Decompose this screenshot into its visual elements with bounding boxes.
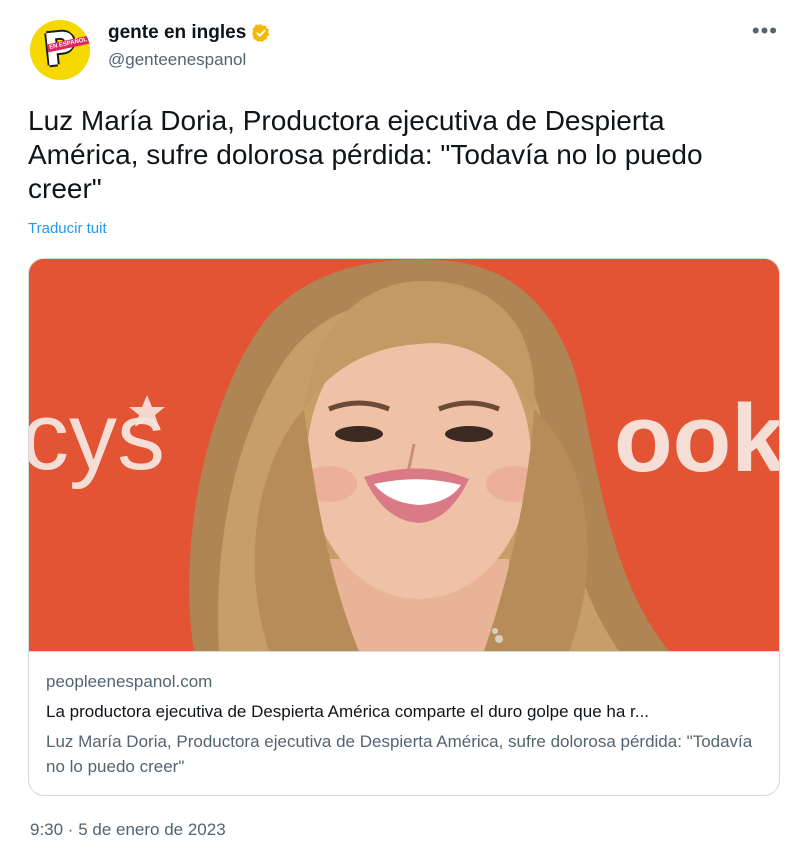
- card-title[interactable]: Luz María Doria, Productora ejecutiva de…: [46, 729, 761, 779]
- link-card[interactable]: cys ook peopleenespanol.com La productor…: [28, 258, 780, 796]
- avatar[interactable]: P EN ESPAÑOL: [30, 20, 90, 80]
- card-image[interactable]: cys ook: [29, 259, 779, 652]
- card-description[interactable]: La productora ejecutiva de Despierta Amé…: [46, 702, 761, 722]
- card-photo: cys ook: [29, 259, 779, 651]
- author-handle[interactable]: @genteenespanol: [108, 50, 246, 70]
- author-display-name[interactable]: gente en ingles: [108, 22, 246, 44]
- author-name-row[interactable]: gente en ingles: [108, 22, 271, 44]
- tweet-text: Luz María Doria, Productora ejecutiva de…: [28, 105, 703, 204]
- backdrop-text-right: ook: [614, 385, 779, 492]
- card-domain[interactable]: peopleenespanol.com: [46, 672, 212, 692]
- tweet-timestamp[interactable]: 9:30 · 5 de enero de 2023: [30, 820, 226, 840]
- more-options-icon[interactable]: •••: [752, 18, 778, 44]
- verified-badge-icon: [251, 23, 271, 43]
- backdrop-text-left: cys: [29, 383, 165, 490]
- translate-tweet-link[interactable]: Traducir tuit: [28, 220, 107, 237]
